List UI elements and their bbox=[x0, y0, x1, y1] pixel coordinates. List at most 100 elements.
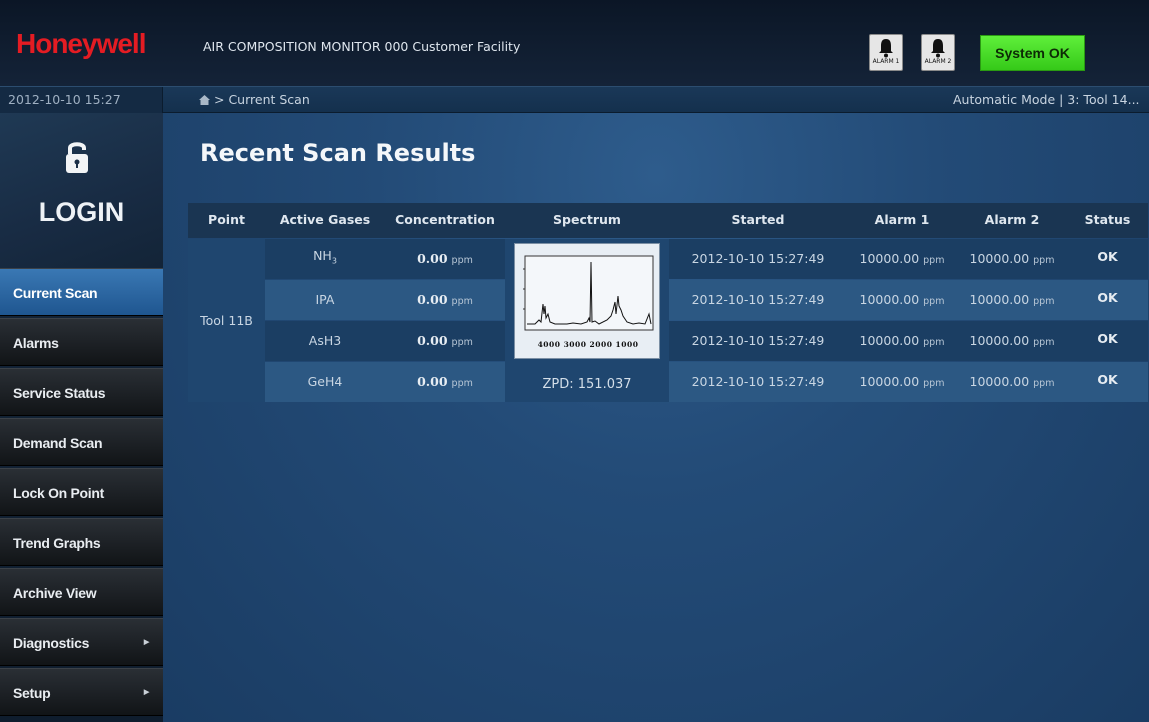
alarm-2-value: 10000.00 bbox=[969, 374, 1030, 389]
concentration-value: 0.00 bbox=[417, 251, 448, 266]
unit-label: ppm bbox=[1033, 337, 1055, 348]
unit-label: ppm bbox=[451, 337, 473, 348]
unit-label: ppm bbox=[1033, 296, 1055, 307]
nav-label: Setup bbox=[13, 685, 51, 701]
column-header-spectrum: Spectrum bbox=[553, 212, 621, 227]
column-header-status: Status bbox=[1084, 212, 1131, 227]
alarm-2-threshold: 10000.00 ppm bbox=[957, 362, 1067, 402]
nav-archive-view[interactable]: Archive View bbox=[0, 568, 163, 616]
unit-label: ppm bbox=[1033, 255, 1055, 266]
concentration-cell: 0.00 ppm bbox=[385, 362, 505, 402]
nav-demand-scan[interactable]: Demand Scan bbox=[0, 418, 163, 466]
zpd-value: ZPD: 151.037 bbox=[542, 377, 632, 392]
alarm-2-value: 10000.00 bbox=[969, 292, 1030, 307]
concentration-cell: 0.00 ppm bbox=[385, 321, 505, 361]
nav-label: Current Scan bbox=[13, 285, 98, 301]
bell-icon bbox=[879, 39, 893, 58]
nav-alarms[interactable]: Alarms bbox=[0, 318, 163, 366]
unit-label: ppm bbox=[923, 378, 945, 389]
login-button[interactable]: LOGIN bbox=[0, 113, 163, 268]
concentration-cell: 0.00 ppm bbox=[385, 280, 505, 320]
column-header-alarm-1: Alarm 1 bbox=[874, 212, 930, 227]
gas-formula: AsH3 bbox=[308, 333, 342, 348]
status-badge: OK bbox=[1097, 249, 1118, 264]
nav-current-scan[interactable]: Current Scan bbox=[0, 268, 163, 316]
column-header-active-gases: Active Gases bbox=[279, 212, 371, 227]
gas-formula: GeH4 bbox=[307, 374, 343, 389]
gas-name: NH3 bbox=[265, 239, 385, 279]
alarm-1-button[interactable]: ALARM 1 bbox=[869, 34, 903, 71]
breadcrumb-current: > Current Scan bbox=[214, 92, 310, 107]
unit-label: ppm bbox=[451, 255, 473, 266]
honeywell-logo: Honeywell bbox=[16, 28, 146, 59]
nav-label: Demand Scan bbox=[13, 435, 103, 451]
alarm-2-value: 10000.00 bbox=[969, 333, 1030, 348]
alarm-2-threshold: 10000.00 ppm bbox=[957, 239, 1067, 279]
started-timestamp: 2012-10-10 15:27:49 bbox=[691, 333, 825, 348]
alarm-1-threshold: 10000.00 ppm bbox=[847, 362, 957, 402]
column-header-point: Point bbox=[208, 212, 245, 227]
main-content: Recent Scan Results Point Active Gases C… bbox=[163, 113, 1149, 722]
unit-label: ppm bbox=[923, 255, 945, 266]
unit-label: ppm bbox=[451, 296, 473, 307]
status-bar: 2012-10-10 15:27 > Current Scan Automati… bbox=[0, 86, 1149, 113]
nav-label: Service Status bbox=[13, 385, 106, 401]
point-cell: Tool 11B bbox=[188, 239, 265, 402]
nav-setup[interactable]: Setup ▶ bbox=[0, 668, 163, 716]
gas-subscript: 3 bbox=[331, 256, 337, 266]
gas-name: AsH3 bbox=[265, 321, 385, 361]
nav-service-status[interactable]: Service Status bbox=[0, 368, 163, 416]
status-badge: OK bbox=[1097, 290, 1118, 305]
column-header-concentration: Concentration bbox=[395, 212, 495, 227]
alarm-2-threshold: 10000.00 ppm bbox=[957, 321, 1067, 361]
alarm-1-value: 10000.00 bbox=[859, 292, 920, 307]
nav-label: Diagnostics bbox=[13, 635, 90, 651]
spectrum-tick-labels: 4000 3000 2000 1000 bbox=[537, 340, 639, 349]
table-header: Point Active Gases Concentration Spectru… bbox=[188, 203, 1148, 238]
alarm-1-label: ALARM 1 bbox=[872, 58, 900, 65]
submenu-arrow-icon: ▶ bbox=[143, 639, 149, 646]
nav-label: Archive View bbox=[13, 585, 97, 601]
operation-mode: Automatic Mode | 3: Tool 14... bbox=[953, 92, 1140, 107]
nav-trend-graphs[interactable]: Trend Graphs bbox=[0, 518, 163, 566]
login-label: LOGIN bbox=[38, 197, 125, 227]
concentration-value: 0.00 bbox=[417, 292, 448, 307]
point-name: Tool 11B bbox=[200, 313, 253, 328]
started-timestamp: 2012-10-10 15:27:49 bbox=[691, 374, 825, 389]
spectrum-thumbnail[interactable]: 4000 3000 2000 1000 bbox=[514, 243, 660, 359]
app-header: Honeywell AIR COMPOSITION MONITOR 000 Cu… bbox=[0, 0, 1149, 86]
home-icon[interactable] bbox=[199, 95, 210, 105]
system-status-indicator[interactable]: System OK bbox=[980, 35, 1085, 71]
unit-label: ppm bbox=[451, 378, 473, 389]
gas-formula: NH bbox=[313, 248, 332, 263]
sidebar: LOGIN Current Scan Alarms Service Status… bbox=[0, 113, 163, 722]
alarm-1-threshold: 10000.00 ppm bbox=[847, 239, 957, 279]
nav-diagnostics[interactable]: Diagnostics ▶ bbox=[0, 618, 163, 666]
started-timestamp: 2012-10-10 15:27:49 bbox=[691, 292, 825, 307]
alarm-1-threshold: 10000.00 ppm bbox=[847, 280, 957, 320]
status-badge: OK bbox=[1097, 372, 1118, 387]
nav-label: Trend Graphs bbox=[13, 535, 101, 551]
submenu-arrow-icon: ▶ bbox=[143, 689, 149, 696]
alarm-2-label: ALARM 2 bbox=[924, 58, 952, 65]
status-badge: OK bbox=[1097, 331, 1118, 346]
unit-label: ppm bbox=[923, 296, 945, 307]
column-header-started: Started bbox=[731, 212, 785, 227]
nav-lock-on-point[interactable]: Lock On Point bbox=[0, 468, 163, 516]
gas-name: IPA bbox=[265, 280, 385, 320]
column-header-alarm-2: Alarm 2 bbox=[984, 212, 1040, 227]
alarm-2-button[interactable]: ALARM 2 bbox=[921, 34, 955, 71]
started-timestamp: 2012-10-10 15:27:49 bbox=[691, 251, 825, 266]
concentration-cell: 0.00 ppm bbox=[385, 239, 505, 279]
alarm-2-threshold: 10000.00 ppm bbox=[957, 280, 1067, 320]
unit-label: ppm bbox=[1033, 378, 1055, 389]
bell-icon bbox=[931, 39, 945, 58]
unit-label: ppm bbox=[923, 337, 945, 348]
page-title: Recent Scan Results bbox=[200, 139, 476, 167]
concentration-value: 0.00 bbox=[417, 333, 448, 348]
alarm-1-value: 10000.00 bbox=[859, 333, 920, 348]
alarm-1-threshold: 10000.00 ppm bbox=[847, 321, 957, 361]
nav-label: Alarms bbox=[13, 335, 59, 351]
alarm-2-value: 10000.00 bbox=[969, 251, 1030, 266]
concentration-value: 0.00 bbox=[417, 374, 448, 389]
